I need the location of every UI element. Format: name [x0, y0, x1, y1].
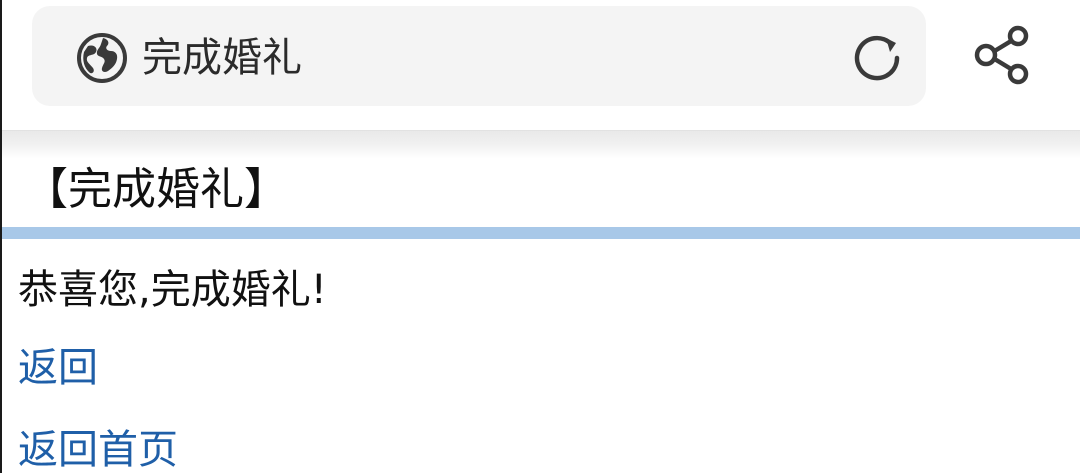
reload-icon[interactable]	[848, 30, 910, 86]
back-link[interactable]: 返回	[18, 340, 98, 396]
url-text[interactable]: 完成婚礼	[142, 30, 302, 86]
globe-icon	[77, 33, 127, 83]
browser-window: 完成婚礼 【完成婚礼】 恭喜您,完成婚礼! 返回 返回首页	[0, 0, 1080, 473]
browser-toolbar: 完成婚礼	[2, 0, 1080, 130]
page-title: 【完成婚礼】	[24, 164, 288, 215]
home-link[interactable]: 返回首页	[18, 422, 178, 473]
toolbar-divider	[2, 130, 1080, 159]
title-divider	[2, 227, 1080, 239]
share-icon[interactable]	[972, 24, 1034, 86]
success-message: 恭喜您,完成婚礼!	[18, 267, 327, 313]
